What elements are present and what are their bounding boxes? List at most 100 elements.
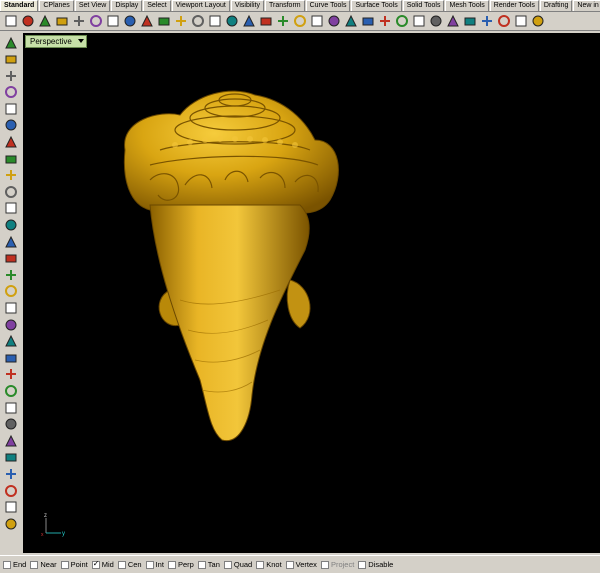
extrude-icon[interactable]: [3, 284, 19, 299]
osnap-checkbox[interactable]: [358, 560, 367, 569]
osnap-point[interactable]: Point: [60, 560, 88, 569]
osnap-near[interactable]: Near: [30, 560, 57, 569]
osnap-checkbox[interactable]: [167, 560, 176, 569]
arc-icon[interactable]: [3, 168, 19, 183]
osnap-checkbox[interactable]: [285, 560, 294, 569]
osnap-int[interactable]: Int: [145, 560, 164, 569]
curve-icon[interactable]: [3, 85, 19, 100]
zoom-dynamic-icon[interactable]: [241, 14, 256, 29]
help-icon[interactable]: [530, 14, 545, 29]
sphere-icon[interactable]: [3, 251, 19, 266]
cplane-icon[interactable]: [309, 14, 324, 29]
tab-transform[interactable]: Transform: [264, 0, 305, 11]
osnap-checkbox[interactable]: [256, 560, 265, 569]
four-viewports-icon[interactable]: [275, 14, 290, 29]
offset-icon[interactable]: [3, 201, 19, 216]
tab-set-view[interactable]: Set View: [74, 0, 111, 11]
undo-icon[interactable]: [139, 14, 154, 29]
material-icon[interactable]: [394, 14, 409, 29]
copy-icon[interactable]: [105, 14, 120, 29]
zoom-window-icon[interactable]: [190, 14, 205, 29]
pan-icon[interactable]: [156, 14, 171, 29]
osnap-tan[interactable]: Tan: [197, 560, 220, 569]
osnap-checkbox[interactable]: [60, 560, 69, 569]
sphere-shade-icon[interactable]: [445, 14, 460, 29]
color-wheel-icon[interactable]: [411, 14, 426, 29]
tab-mesh-tools[interactable]: Mesh Tools: [445, 0, 489, 11]
tab-drafting[interactable]: Drafting: [539, 0, 573, 11]
more-icon[interactable]: [3, 516, 19, 531]
print-icon[interactable]: [54, 14, 69, 29]
fillet-curve-icon[interactable]: [3, 184, 19, 199]
open-icon[interactable]: [20, 14, 35, 29]
osnap-vertex[interactable]: Vertex: [285, 560, 317, 569]
select-arrow-icon[interactable]: [3, 35, 19, 50]
osnap-cen[interactable]: Cen: [117, 560, 142, 569]
osnap-perp[interactable]: Perp: [167, 560, 194, 569]
render-icon[interactable]: [479, 14, 494, 29]
settings-icon[interactable]: [496, 14, 511, 29]
tab-new-in-v[interactable]: New in V: [573, 0, 600, 11]
tab-surface-tools[interactable]: Surface Tools: [351, 0, 402, 11]
tab-render-tools[interactable]: Render Tools: [489, 0, 539, 11]
cylinder-icon[interactable]: [3, 267, 19, 282]
import-icon[interactable]: [71, 14, 86, 29]
object-properties-icon[interactable]: [326, 14, 341, 29]
osnap-checkbox[interactable]: [223, 560, 232, 569]
new-icon[interactable]: [3, 14, 18, 29]
ellipse-icon[interactable]: [3, 118, 19, 133]
tab-visibility[interactable]: Visibility: [230, 0, 264, 11]
loft-icon[interactable]: [3, 218, 19, 233]
save-icon[interactable]: [37, 14, 52, 29]
circle-icon[interactable]: [3, 101, 19, 116]
text-icon[interactable]: [3, 417, 19, 432]
boolean-icon[interactable]: [3, 301, 19, 316]
undo-view-icon[interactable]: [258, 14, 273, 29]
options-icon[interactable]: [513, 14, 528, 29]
group-icon[interactable]: [3, 466, 19, 481]
tab-select[interactable]: Select: [143, 0, 171, 11]
osnap-checkbox[interactable]: [320, 560, 329, 569]
osnap-checkbox[interactable]: [3, 560, 11, 569]
sphere-render-icon[interactable]: [428, 14, 443, 29]
cut-icon[interactable]: [88, 14, 103, 29]
osnap-end[interactable]: End: [3, 560, 26, 569]
rotate-view-icon[interactable]: [173, 14, 188, 29]
analyze-icon[interactable]: [3, 500, 19, 515]
tab-display[interactable]: Display: [111, 0, 143, 11]
zoom-extents-icon[interactable]: [207, 14, 222, 29]
layer-icon[interactable]: [360, 14, 375, 29]
polyline-icon[interactable]: [3, 68, 19, 83]
box-icon[interactable]: [3, 234, 19, 249]
osnap-knot[interactable]: Knot: [256, 560, 282, 569]
osnap-checkbox[interactable]: [91, 559, 100, 569]
perspective-viewport[interactable]: Perspective z y x: [23, 33, 600, 553]
zoom-selected-icon[interactable]: [224, 14, 239, 29]
array-icon[interactable]: [3, 450, 19, 465]
tab-viewport-layout[interactable]: Viewport Layout: [171, 0, 230, 11]
dimension-icon[interactable]: [3, 400, 19, 415]
osnap-mid[interactable]: Mid: [91, 559, 114, 569]
osnap-disable[interactable]: Disable: [358, 560, 393, 569]
trim-icon[interactable]: [3, 383, 19, 398]
tab-standard[interactable]: Standard: [0, 0, 39, 11]
split-icon[interactable]: [3, 334, 19, 349]
tab-cplanes[interactable]: CPlanes: [39, 0, 74, 11]
osnap-checkbox[interactable]: [30, 560, 39, 569]
polygon-icon[interactable]: [3, 135, 19, 150]
tab-solid-tools[interactable]: Solid Tools: [402, 0, 445, 11]
tab-curve-tools[interactable]: Curve Tools: [305, 0, 351, 11]
osnap-project[interactable]: Project: [320, 560, 354, 569]
mirror-icon[interactable]: [3, 483, 19, 498]
surface-icon[interactable]: [3, 317, 19, 332]
point-icon[interactable]: [3, 52, 19, 67]
osnap-quad[interactable]: Quad: [223, 560, 252, 569]
osnap-checkbox[interactable]: [197, 560, 206, 569]
osnap-checkbox[interactable]: [117, 560, 126, 569]
explode-icon[interactable]: [3, 350, 19, 365]
transform-icon[interactable]: [3, 433, 19, 448]
osnap-checkbox[interactable]: [145, 560, 154, 569]
join-icon[interactable]: [3, 367, 19, 382]
paste-icon[interactable]: [122, 14, 137, 29]
grid-icon[interactable]: [292, 14, 307, 29]
